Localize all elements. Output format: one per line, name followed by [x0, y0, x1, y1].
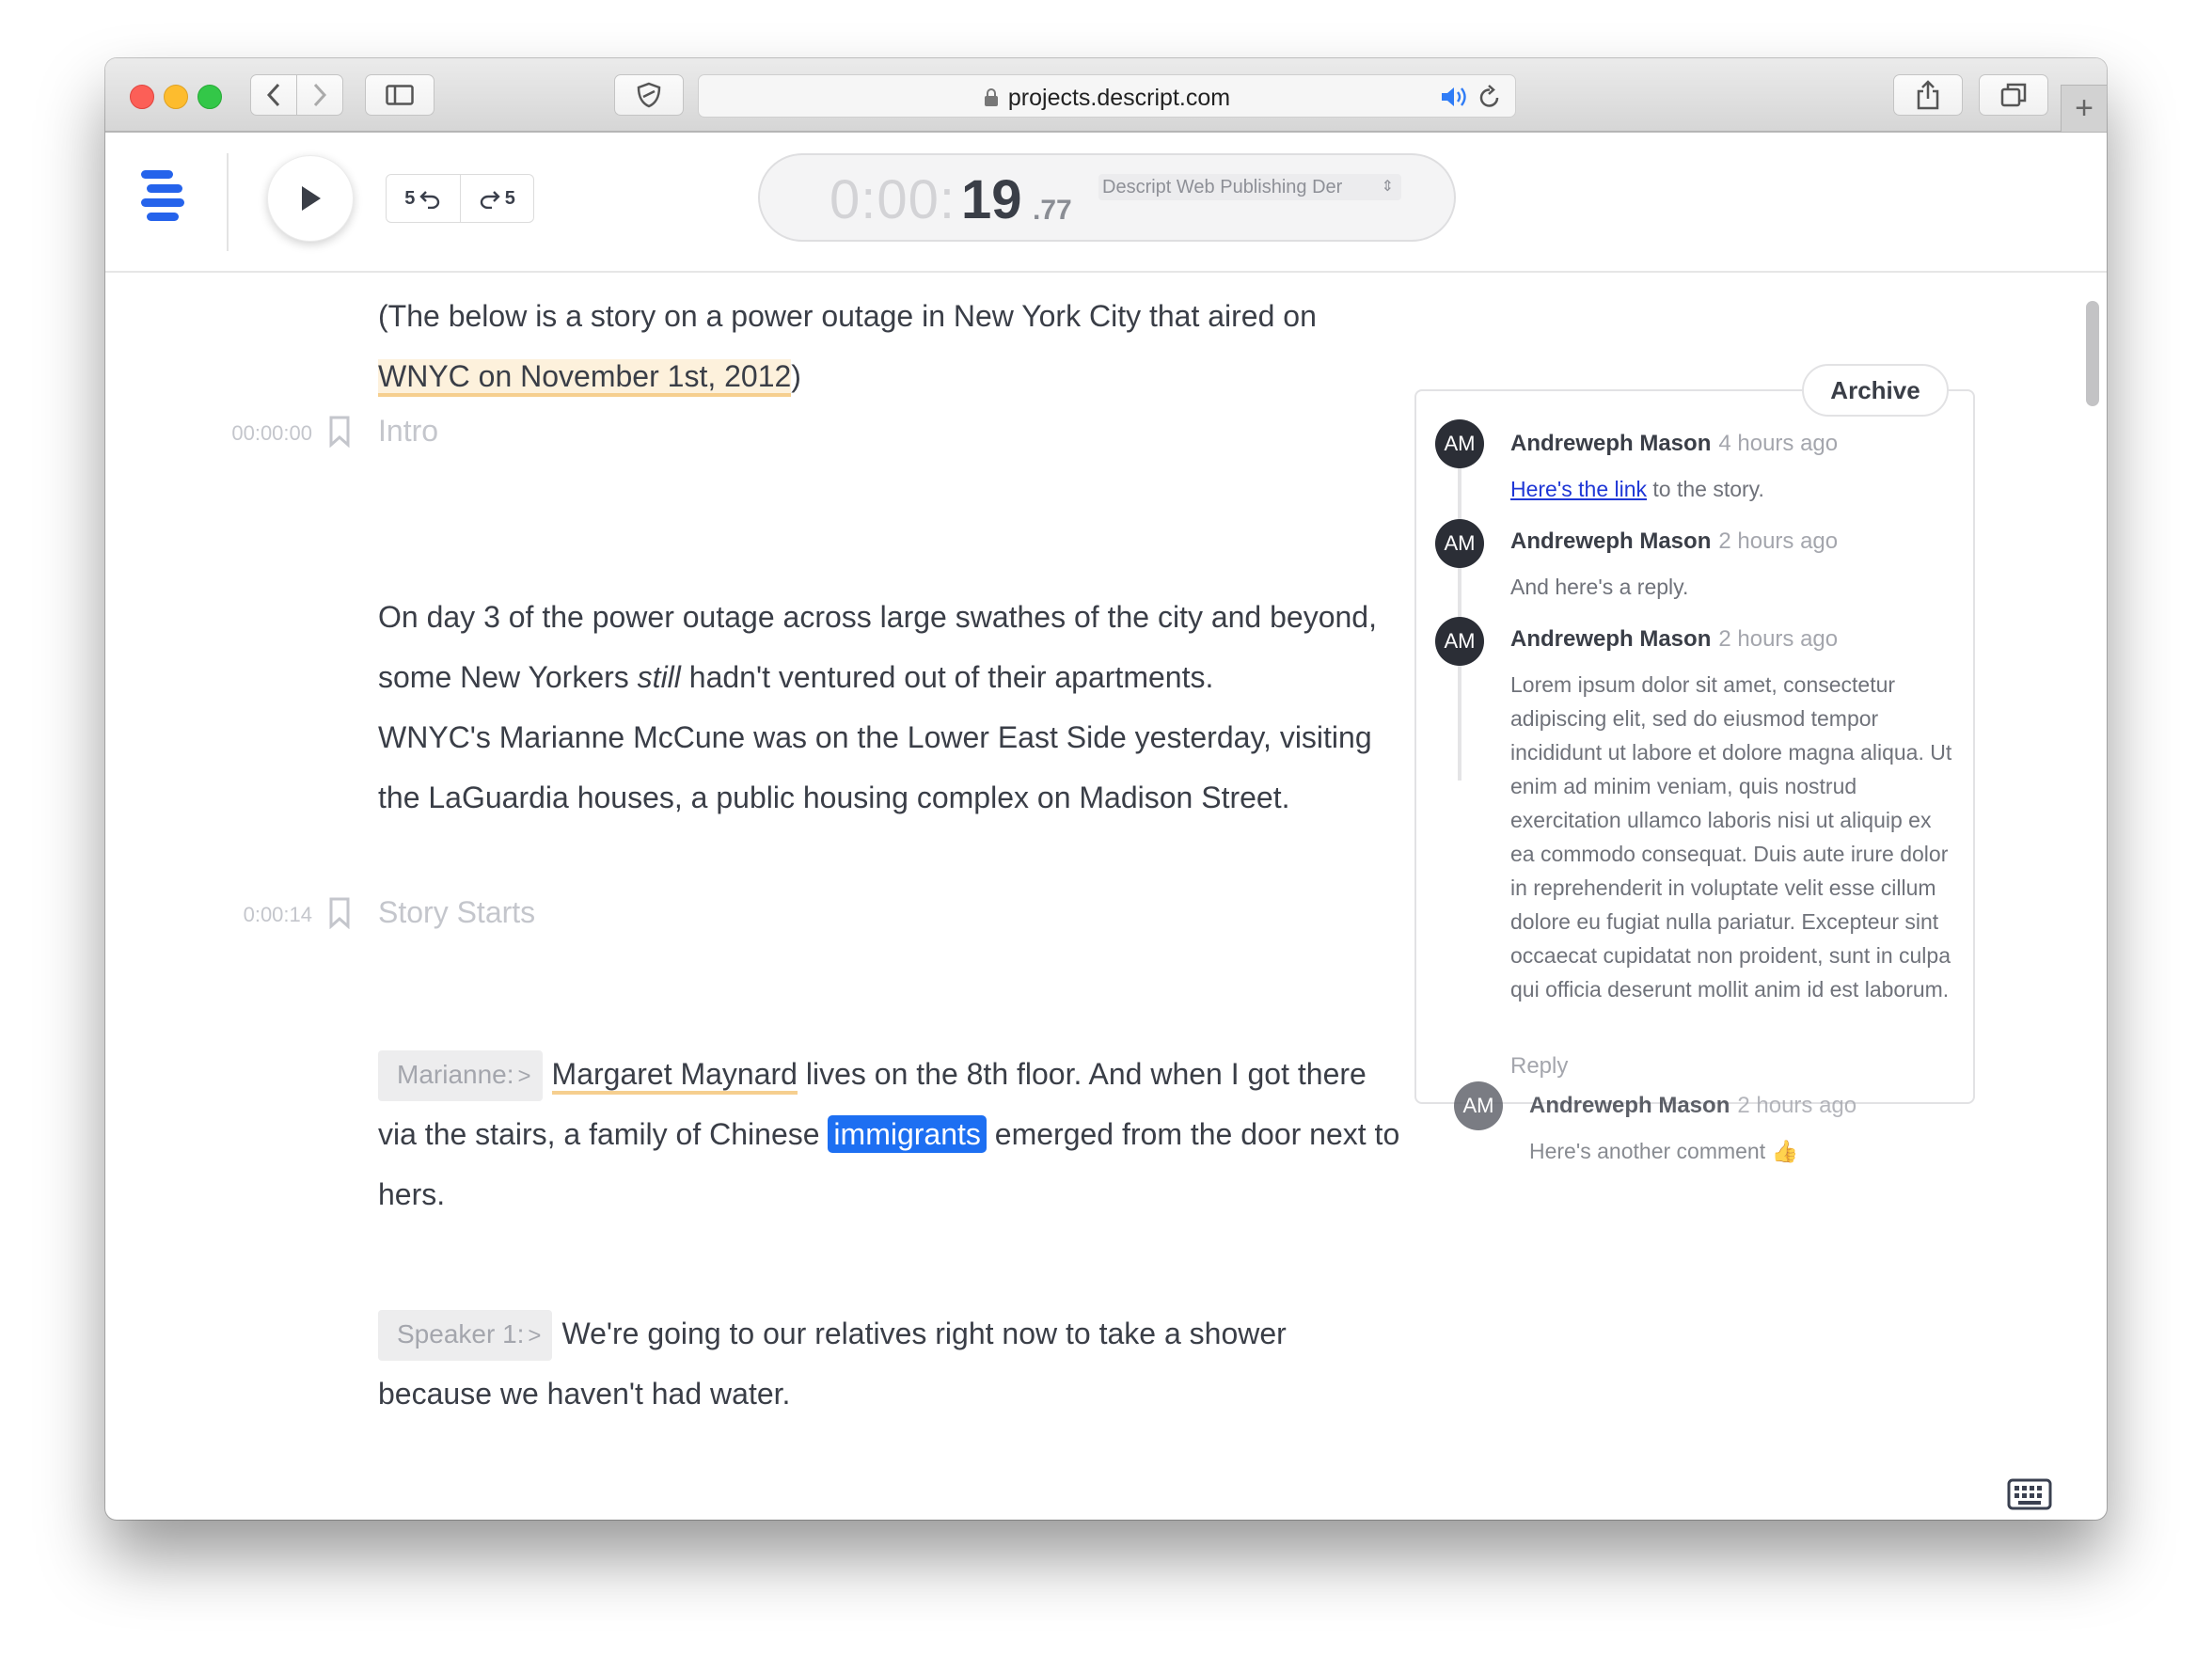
- privacy-shield-button[interactable]: [614, 74, 684, 116]
- transcript-paragraph[interactable]: Speaker 1: > We're going to our relatives …: [378, 1303, 1403, 1424]
- comment-text: Here's another comment: [1529, 1139, 1766, 1163]
- timecode-display: 0:00: 19 .77 Descript Web Publishing Der…: [758, 153, 1456, 242]
- skip-forward-label: 5: [504, 187, 515, 209]
- forward-button[interactable]: [296, 74, 343, 116]
- comment-text: to the story.: [1647, 477, 1764, 501]
- app-header: 5 5 0:00: 19 .77 Descript Web Publishing…: [105, 133, 2107, 273]
- comment-header: Andreweph Mason 2 hours ago: [1510, 626, 1838, 653]
- plus-icon: +: [2075, 90, 2094, 126]
- project-name: Descript Web Publishing Der: [1102, 177, 1343, 197]
- close-window-button[interactable]: [130, 85, 154, 109]
- thread-connector: [1458, 423, 1462, 781]
- speaker-name: Speaker 1:: [397, 1319, 525, 1349]
- share-icon: [1917, 80, 1939, 110]
- avatar: AM: [1435, 519, 1484, 568]
- browser-toolbar: projects.descript.com +: [105, 58, 2107, 133]
- play-icon: [302, 186, 321, 211]
- editor-content: (The below is a story on a power outage …: [105, 273, 2107, 1520]
- play-button[interactable]: [267, 155, 354, 242]
- comment-header: Andreweph Mason 2 hours ago: [1529, 1093, 1856, 1119]
- paragraph-text: (The below is a story on a power outage …: [378, 299, 1317, 333]
- sidebar-icon: [386, 85, 414, 105]
- speaker-label-button[interactable]: Marianne: >: [378, 1050, 543, 1101]
- back-button[interactable]: [250, 74, 297, 116]
- keyboard-icon[interactable]: [2007, 1478, 2052, 1510]
- comment-body: And here's a reply.: [1510, 575, 1689, 599]
- fast-forward-icon: [480, 191, 500, 209]
- transcript-paragraph[interactable]: Marianne: > Margaret Maynard lives on the …: [378, 1044, 1403, 1224]
- paragraph-text: ): [791, 359, 801, 393]
- speaker-name: Marianne:: [397, 1060, 514, 1089]
- comment-author: Andreweph Mason: [1510, 431, 1712, 456]
- comment-author: Andreweph Mason: [1529, 1093, 1730, 1118]
- header-divider: [227, 153, 229, 251]
- project-selector[interactable]: Descript Web Publishing Der ⇕: [1098, 174, 1401, 200]
- shield-icon: [637, 82, 661, 108]
- avatar: AM: [1435, 617, 1484, 666]
- new-tab-button[interactable]: +: [2061, 85, 2107, 132]
- skip-forward-button[interactable]: 5: [459, 175, 534, 222]
- transcript-paragraph[interactable]: On day 3 of the power outage across larg…: [378, 587, 1403, 707]
- timecode-seconds: 19: [961, 169, 1022, 230]
- bookmark-icon[interactable]: [329, 416, 350, 448]
- skip-back-button[interactable]: 5: [387, 175, 460, 222]
- comment-author: Andreweph Mason: [1510, 528, 1712, 554]
- timecode-fraction: .77: [1033, 195, 1072, 226]
- skip-controls: 5 5: [386, 174, 534, 223]
- chevron-left-icon: [266, 83, 280, 107]
- select-arrows-icon: ⇕: [1381, 179, 1394, 195]
- skip-back-label: 5: [404, 187, 416, 209]
- scrollbar-thumb[interactable]: [2086, 301, 2099, 406]
- italic-text: still: [637, 660, 681, 694]
- selected-word[interactable]: immigrants: [828, 1115, 987, 1153]
- bookmark-icon[interactable]: [329, 897, 350, 929]
- transcript-paragraph[interactable]: WNYC's Marianne McCune was on the Lower …: [378, 707, 1403, 828]
- reply-button[interactable]: Reply: [1510, 1053, 1568, 1080]
- marker-label[interactable]: Story Starts: [378, 895, 535, 930]
- comment-body: Here's another comment 👍: [1529, 1134, 1971, 1168]
- comment-time: 2 hours ago: [1718, 626, 1839, 652]
- comment-time: 2 hours ago: [1737, 1093, 1857, 1118]
- zoom-window-button[interactable]: [198, 85, 222, 109]
- avatar: AM: [1435, 419, 1484, 468]
- comment-header: Andreweph Mason 2 hours ago: [1510, 528, 1838, 555]
- comment-author: Andreweph Mason: [1510, 626, 1712, 652]
- chevron-right-icon: [313, 83, 327, 107]
- commented-text-highlight[interactable]: WNYC on November 1st, 2012: [378, 359, 792, 397]
- speaker-icon[interactable]: [1440, 85, 1472, 109]
- descript-logo[interactable]: [141, 168, 188, 223]
- comment-time: 4 hours ago: [1718, 431, 1839, 456]
- sidebar-toggle-button[interactable]: [365, 74, 434, 116]
- paragraph-text: hadn't ventured out of their apartments.: [680, 660, 1214, 694]
- marker-timestamp: 0:00:14: [243, 903, 312, 926]
- lock-icon: [984, 88, 998, 106]
- comment-header: Andreweph Mason 4 hours ago: [1510, 431, 1838, 457]
- browser-window: projects.descript.com + 5 5 0:00: 19 .77…: [105, 58, 2107, 1520]
- thumbs-up-emoji: 👍: [1771, 1139, 1799, 1163]
- rewind-icon: [419, 191, 440, 209]
- tabs-icon: [2000, 83, 2027, 107]
- url-text: projects.descript.com: [1007, 85, 1231, 111]
- comment-link[interactable]: Here's the link: [1510, 477, 1647, 501]
- reload-icon[interactable]: [1477, 84, 1502, 110]
- comment-body: Lorem ipsum dolor sit amet, consectetur …: [1510, 672, 1952, 1002]
- marker-timestamp: 00:00:00: [231, 421, 312, 445]
- timecode-hours-minutes: 0:00:: [830, 169, 956, 230]
- marker-label[interactable]: Intro: [378, 414, 438, 449]
- chevron-right-icon: >: [517, 1064, 531, 1089]
- address-bar[interactable]: projects.descript.com: [698, 74, 1516, 118]
- comment-time: 2 hours ago: [1718, 528, 1839, 554]
- chevron-right-icon: >: [528, 1323, 542, 1349]
- archive-button[interactable]: Archive: [1802, 364, 1949, 417]
- minimize-window-button[interactable]: [164, 85, 188, 109]
- share-button[interactable]: [1893, 74, 1963, 116]
- avatar: AM: [1454, 1081, 1503, 1130]
- show-tabs-button[interactable]: [1979, 74, 2048, 116]
- commented-text-underline[interactable]: Margaret Maynard: [551, 1057, 798, 1095]
- transcript-paragraph[interactable]: (The below is a story on a power outage …: [378, 286, 1403, 406]
- speaker-label-button[interactable]: Speaker 1: >: [378, 1310, 553, 1361]
- scrollbar[interactable]: [2080, 288, 2099, 1520]
- comment-body: Here's the link to the story.: [1510, 472, 1952, 506]
